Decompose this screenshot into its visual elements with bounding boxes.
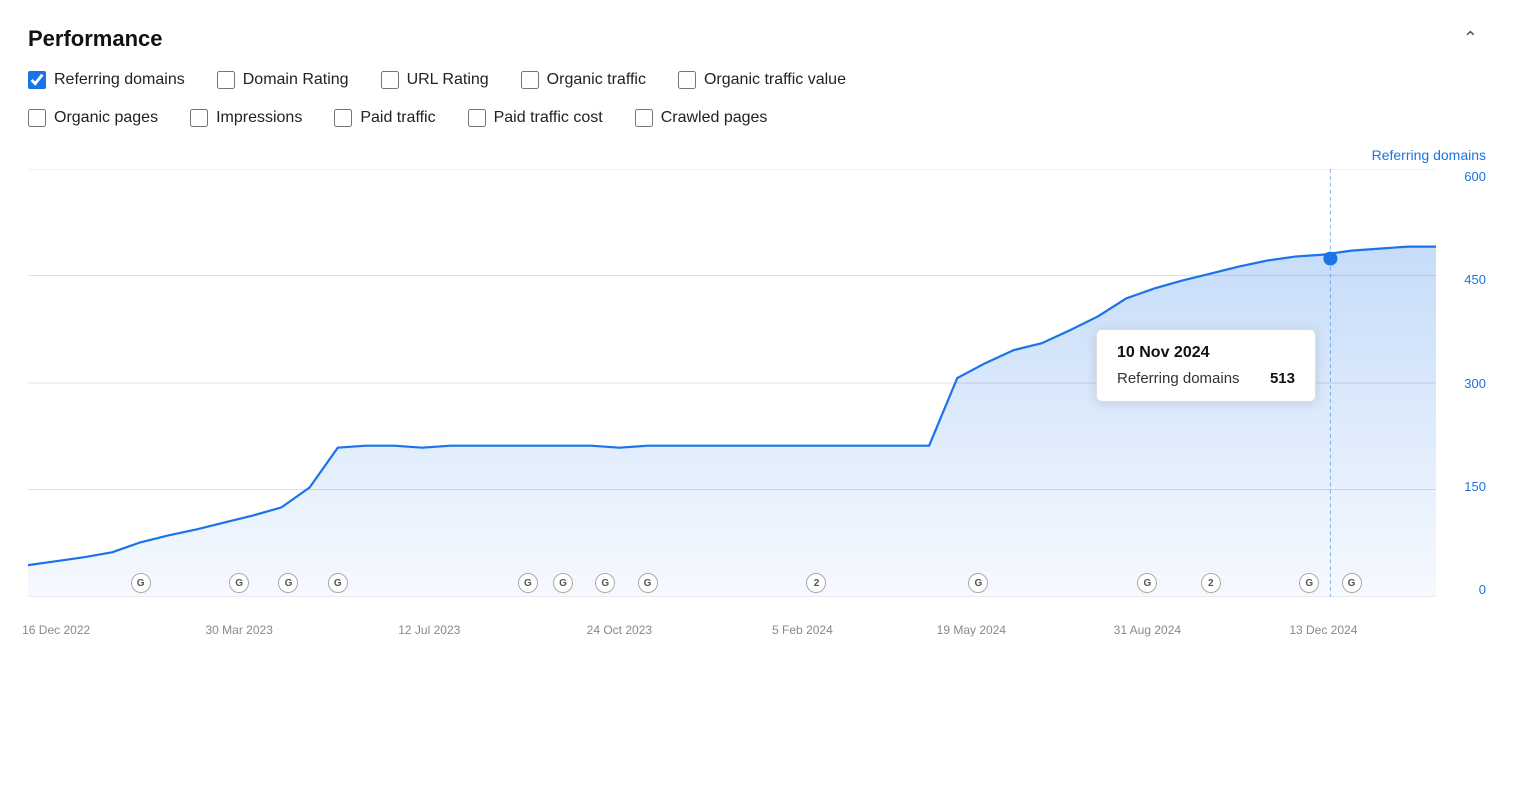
x-axis: 16 Dec 202230 Mar 202312 Jul 202324 Oct … (28, 601, 1436, 637)
checkbox-input-impressions[interactable] (190, 109, 208, 127)
panel-header: Performance ⌃ (28, 24, 1486, 53)
checkbox-organic_traffic[interactable]: Organic traffic (521, 71, 646, 89)
checkbox-url_rating[interactable]: URL Rating (381, 71, 489, 89)
checkbox-label-paid_traffic: Paid traffic (360, 109, 435, 127)
checkboxes-row-1: Referring domains Domain Rating URL Rating… (28, 71, 1486, 99)
checkbox-paid_traffic[interactable]: Paid traffic (334, 109, 435, 127)
x-axis-label: 31 Aug 2024 (1114, 623, 1181, 637)
y-axis-label: 300 (1464, 376, 1486, 391)
y-axis-label: 450 (1464, 272, 1486, 287)
x-axis-label: 5 Feb 2024 (772, 623, 833, 637)
performance-panel: Performance ⌃ Referring domains Domain Ra… (0, 0, 1514, 657)
checkbox-label-referring_domains: Referring domains (54, 71, 185, 89)
collapse-button[interactable]: ⌃ (1455, 24, 1486, 53)
checkbox-input-domain_rating[interactable] (217, 71, 235, 89)
x-axis-label: 24 Oct 2023 (587, 623, 652, 637)
chart-area: Referring domains 600 450 300 150 0 (28, 147, 1486, 637)
checkbox-input-paid_traffic_cost[interactable] (468, 109, 486, 127)
checkbox-referring_domains[interactable]: Referring domains (28, 71, 185, 89)
checkbox-impressions[interactable]: Impressions (190, 109, 302, 127)
checkbox-label-domain_rating: Domain Rating (243, 71, 349, 89)
checkbox-input-url_rating[interactable] (381, 71, 399, 89)
checkbox-input-organic_traffic[interactable] (521, 71, 539, 89)
panel-title: Performance (28, 26, 163, 52)
checkbox-label-url_rating: URL Rating (407, 71, 489, 89)
checkbox-input-referring_domains[interactable] (28, 71, 46, 89)
y-axis-label: 600 (1464, 169, 1486, 184)
x-axis-label: 30 Mar 2023 (205, 623, 272, 637)
checkbox-domain_rating[interactable]: Domain Rating (217, 71, 349, 89)
checkbox-crawled_pages[interactable]: Crawled pages (635, 109, 768, 127)
x-axis-label: 12 Jul 2023 (398, 623, 460, 637)
checkbox-label-organic_pages: Organic pages (54, 109, 158, 127)
y-axis-label: 150 (1464, 479, 1486, 494)
checkbox-label-paid_traffic_cost: Paid traffic cost (494, 109, 603, 127)
checkbox-input-organic_pages[interactable] (28, 109, 46, 127)
checkbox-paid_traffic_cost[interactable]: Paid traffic cost (468, 109, 603, 127)
checkbox-label-organic_traffic: Organic traffic (547, 71, 646, 89)
y-axis: 600 450 300 150 0 (1438, 169, 1486, 597)
checkbox-organic_traffic_value[interactable]: Organic traffic value (678, 71, 846, 89)
x-axis-label: 13 Dec 2024 (1289, 623, 1357, 637)
x-axis-label: 19 May 2024 (937, 623, 1006, 637)
chart-legend-referring-domains: Referring domains (1372, 147, 1486, 163)
checkbox-label-impressions: Impressions (216, 109, 302, 127)
x-axis-label: 16 Dec 2022 (22, 623, 90, 637)
checkboxes-row-2: Organic pages Impressions Paid traffic Paid… (28, 109, 1486, 137)
chart-svg-wrapper: GGGGGGGGG2G2GG 10 Nov 2024 Referring dom… (28, 169, 1436, 597)
checkbox-input-organic_traffic_value[interactable] (678, 71, 696, 89)
y-axis-label: 0 (1479, 582, 1486, 597)
checkbox-organic_pages[interactable]: Organic pages (28, 109, 158, 127)
checkbox-input-crawled_pages[interactable] (635, 109, 653, 127)
checkbox-input-paid_traffic[interactable] (334, 109, 352, 127)
checkbox-label-crawled_pages: Crawled pages (661, 109, 768, 127)
checkbox-label-organic_traffic_value: Organic traffic value (704, 71, 846, 89)
